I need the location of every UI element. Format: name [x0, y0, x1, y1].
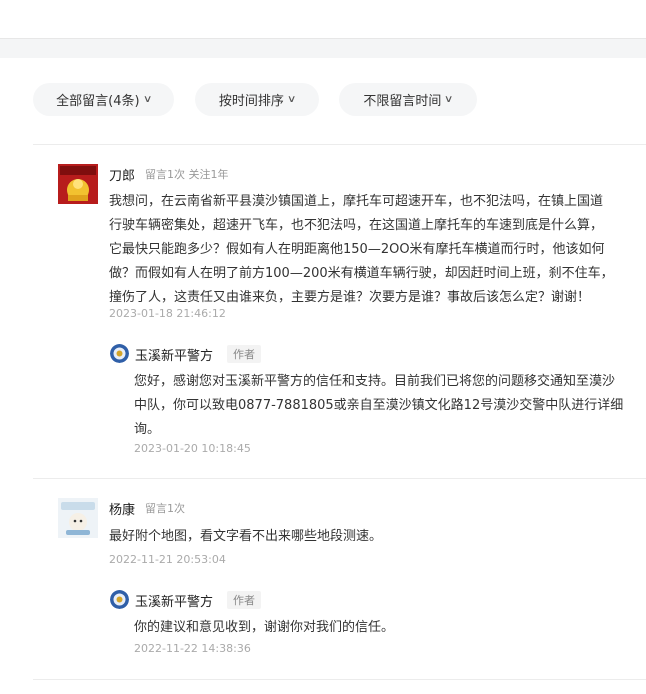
- section-gap: [0, 39, 646, 58]
- filter-sort[interactable]: 按时间排序 ∨: [195, 83, 319, 116]
- filter-all-label: 全部留言(4条): [56, 94, 140, 109]
- comment-user-meta: 留言1次: [145, 502, 185, 515]
- comment-username[interactable]: 杨康: [109, 499, 135, 518]
- filter-sort-label: 按时间排序: [218, 94, 284, 109]
- reply-timestamp: 2023-01-20 10:18:45: [134, 442, 251, 455]
- reply-avatar[interactable]: [110, 590, 129, 609]
- reply-username[interactable]: 玉溪新平警方: [135, 345, 213, 364]
- comment-text: 我想问，在云南省新平县漠沙镇国道上，摩托车可超速开车，也不犯法吗，在镇上国道 行…: [109, 194, 614, 305]
- comment-timestamp: 2022-11-21 20:53:04: [109, 553, 226, 566]
- filter-all-comments[interactable]: 全部留言(4条) ∨: [33, 83, 174, 116]
- comment-timestamp: 2023-01-18 21:46:12: [109, 307, 226, 320]
- filter-time-label: 不限留言时间: [363, 94, 442, 109]
- reply-text: 您好，感谢您对玉溪新平警方的信任和支持。目前我们已将您的问题移交通知至漠沙 中队…: [134, 374, 624, 437]
- chevron-down-icon: ∨: [286, 94, 297, 105]
- author-badge: 作者: [227, 591, 261, 609]
- comment-user-meta: 留言1次 关注1年: [145, 168, 229, 181]
- filter-bar: 全部留言(4条) ∨ 按时间排序 ∨ 不限留言时间 ∨: [0, 58, 646, 144]
- reply-timestamp: 2022-11-22 14:38:36: [134, 642, 251, 655]
- comment-username[interactable]: 刀郎: [109, 165, 135, 184]
- comment-text: 最好附个地图，看文字看不出来哪些地段测速。: [109, 529, 383, 544]
- comment-item: 杨康 留言1次 最好附个地图，看文字看不出来哪些地段测速。 2022-11-21…: [0, 479, 646, 679]
- author-badge: 作者: [227, 345, 261, 363]
- comment-item: 刀郎 留言1次 关注1年 我想问，在云南省新平县漠沙镇国道上，摩托车可超速开车，…: [0, 145, 646, 478]
- reply-avatar[interactable]: [110, 344, 129, 363]
- avatar[interactable]: [58, 164, 98, 204]
- reply-text: 你的建议和意见收到，谢谢你对我们的信任。: [134, 620, 395, 635]
- chevron-down-icon: ∨: [142, 94, 152, 105]
- top-bar: [0, 0, 646, 39]
- divider: [33, 679, 646, 680]
- filter-time[interactable]: 不限留言时间 ∨: [339, 83, 477, 116]
- avatar[interactable]: [58, 498, 98, 538]
- chevron-down-icon: ∨: [444, 94, 454, 105]
- reply-username[interactable]: 玉溪新平警方: [135, 591, 213, 610]
